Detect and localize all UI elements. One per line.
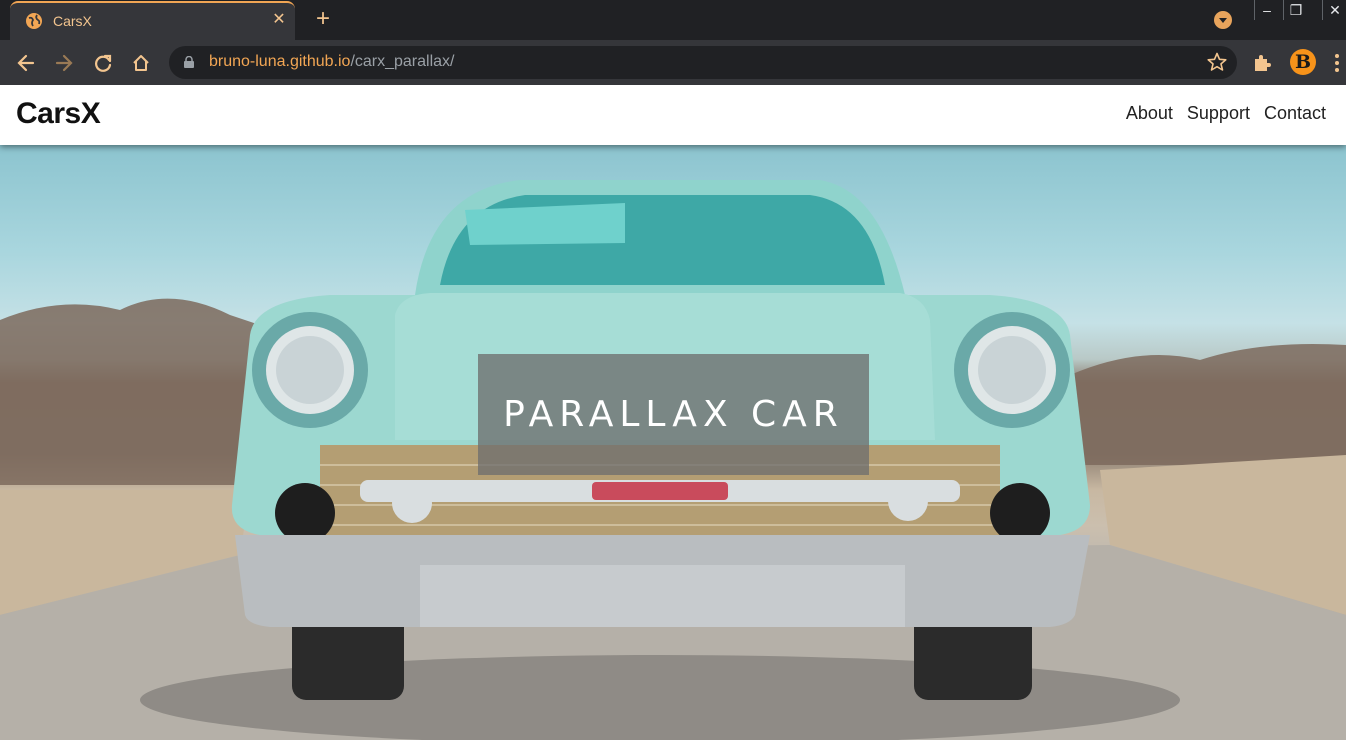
window-close-icon[interactable]: ✕ xyxy=(1322,0,1346,20)
bitcoin-extension-icon[interactable]: B xyxy=(1290,49,1316,75)
globe-icon xyxy=(26,13,42,29)
lock-icon xyxy=(184,56,194,68)
nav-link-contact[interactable]: Contact xyxy=(1264,103,1326,124)
back-arrow-icon[interactable] xyxy=(15,52,37,74)
extensions-puzzle-icon[interactable] xyxy=(1252,51,1274,73)
browser-tab[interactable]: CarsX ✕ xyxy=(10,1,295,40)
tab-search-icon[interactable] xyxy=(1214,11,1232,29)
minimize-icon[interactable]: – xyxy=(1254,0,1279,20)
plus-icon[interactable]: + xyxy=(312,7,334,31)
hero-title: PARALLAX CAR xyxy=(503,394,844,435)
hero-title-box: PARALLAX CAR xyxy=(478,354,869,475)
url-text: bruno-luna.github.io/carx_parallax/ xyxy=(209,53,454,71)
nav-link-support[interactable]: Support xyxy=(1187,103,1250,124)
site-logo[interactable]: CarsX xyxy=(16,97,101,131)
restore-icon[interactable]: ❐ xyxy=(1283,0,1308,20)
address-bar[interactable]: bruno-luna.github.io/carx_parallax/ xyxy=(169,46,1237,79)
browser-tabstrip: CarsX ✕ + – ❐ ✕ xyxy=(0,0,1346,40)
more-menu-icon[interactable] xyxy=(1334,53,1340,73)
reload-icon[interactable] xyxy=(92,52,114,74)
nav-link-about[interactable]: About xyxy=(1126,103,1173,124)
url-host: bruno-luna.github.io xyxy=(209,53,351,70)
site-nav: About Support Contact xyxy=(1126,103,1326,124)
close-icon[interactable]: ✕ xyxy=(271,12,287,28)
forward-arrow-icon[interactable] xyxy=(53,52,75,74)
hero-section: PARALLAX CAR xyxy=(0,145,1346,740)
star-icon[interactable] xyxy=(1206,51,1228,73)
site-navbar: CarsX About Support Contact xyxy=(0,85,1346,145)
url-path: /carx_parallax/ xyxy=(350,53,455,70)
home-icon[interactable] xyxy=(130,52,152,74)
web-page: CarsX About Support Contact PARALLAX CAR xyxy=(0,85,1346,740)
tab-title: CarsX xyxy=(53,13,92,29)
browser-toolbar: bruno-luna.github.io/carx_parallax/ B xyxy=(0,40,1346,85)
